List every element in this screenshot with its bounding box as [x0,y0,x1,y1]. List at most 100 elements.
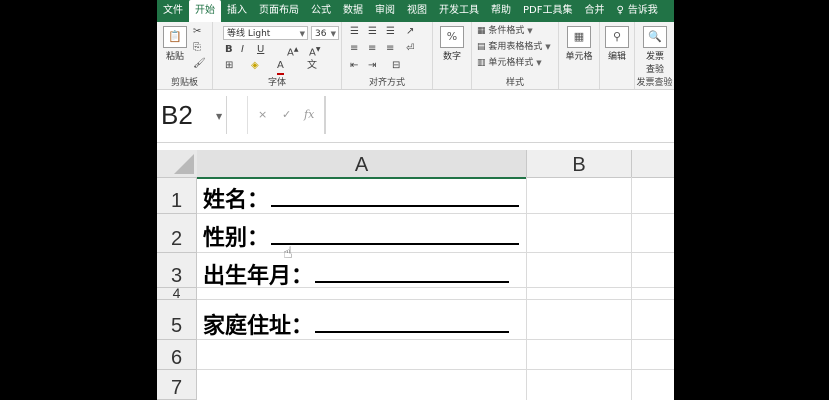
conditional-format-label: 条件格式 [488,26,525,36]
editing-button[interactable]: ⚲ 编辑 [604,26,630,62]
cut-icon[interactable]: ✂ [193,25,201,39]
row-header-5[interactable]: 5 [157,300,197,340]
tab-tell-me[interactable]: ♀ 告诉我 [610,0,663,22]
cell-a5[interactable]: 家庭住址： [203,308,510,340]
tab-developer[interactable]: 开发工具 [433,0,485,22]
format-as-table-button[interactable]: ▤ 套用表格格式 ▼ [477,40,551,54]
gridline [526,177,527,400]
ribbon: 📋 粘贴 ✂ ⎘ 🖌 剪贴板 等线 Light ▼ 36 ▼ B I U A▲ … [157,22,674,90]
underline-button[interactable]: U [257,43,264,57]
chevron-down-icon: ▼ [536,59,542,67]
cancel-icon[interactable]: × [258,108,267,121]
styles-group-label: 样式 [505,78,524,88]
alignment-group-label: 对齐方式 [368,78,405,88]
cells-button[interactable]: ▦ 单元格 [563,26,595,62]
chevron-down-icon: ▼ [299,30,305,38]
formula-buttons: × ✓ fx [247,96,325,134]
group-editing: ⚲ 编辑 [600,22,635,89]
tab-view[interactable]: 视图 [401,0,433,22]
align-top-icon[interactable]: ☰ [350,25,359,39]
increase-indent-icon[interactable]: ⇥ [368,59,376,73]
orientation-icon[interactable]: ↗ [406,25,414,39]
fill-color-icon[interactable]: ◈ [251,59,259,73]
conditional-format-button[interactable]: ▦ 条件格式 ▼ [477,24,533,38]
insert-function-icon[interactable]: fx [304,108,314,121]
italic-button[interactable]: I [241,43,244,57]
font-size-select[interactable]: 36 ▼ [311,26,339,40]
wrap-text-icon[interactable]: ⏎ [406,42,414,56]
formula-bar: B2 ▼ × ✓ fx [157,90,674,143]
group-invoice-check: 🔍 发票 查验 发票查验 [635,22,674,89]
cell-a2[interactable]: 性别： [203,220,520,252]
invoice-check-button[interactable]: 🔍 发票 查验 [639,26,671,75]
clipboard-group-label: 剪贴板 [170,78,198,88]
paste-label: 粘贴 [165,52,184,62]
underline-blank [271,187,520,207]
increase-font-icon[interactable]: A▲ [287,43,298,60]
editing-label: 编辑 [607,52,626,62]
row-header-3[interactable]: 3 [157,253,197,288]
cell-styles-button[interactable]: ▥ 单元格样式 ▼ [477,56,542,70]
tab-review[interactable]: 审阅 [369,0,401,22]
format-painter-icon[interactable]: 🖌 [193,57,206,71]
group-alignment: ☰ ☰ ☰ ↗ ≡ ≡ ≡ ⏎ ⇤ ⇥ ⊟ 对齐方式 [342,22,433,89]
row-header-1[interactable]: 1 [157,178,197,214]
cell-a1[interactable]: 姓名： [203,182,520,214]
bold-button[interactable]: B [225,43,233,57]
chevron-down-icon: ▼ [545,43,551,51]
select-all-button[interactable] [157,150,198,178]
formula-input[interactable] [325,96,674,134]
border-icon[interactable]: ⊞ [225,59,233,73]
tab-data[interactable]: 数据 [337,0,369,22]
column-header-b[interactable]: B [527,150,632,178]
invoice-label-line2: 查验 [645,65,664,75]
cell-a3-text: 出生年月： [203,264,314,289]
align-center-icon[interactable]: ≡ [368,42,376,56]
align-left-icon[interactable]: ≡ [350,42,358,56]
row-header-2[interactable]: 2 [157,214,197,253]
row-header-7[interactable]: 7 [157,370,197,400]
tab-formulas[interactable]: 公式 [305,0,337,22]
font-color-button[interactable]: A [277,59,284,75]
font-size-value: 36 [315,29,327,39]
align-right-icon[interactable]: ≡ [386,42,394,56]
decrease-font-icon[interactable]: A▼ [309,43,320,60]
invoice-search-icon: 🔍 [643,26,667,48]
row-header-4[interactable]: 4 [157,286,197,300]
tab-insert[interactable]: 插入 [221,0,253,22]
group-font: 等线 Light ▼ 36 ▼ B I U A▲ A▼ ⊞ ◈ A 文 字体 [213,22,342,89]
hand-cursor-icon: ☝ [283,243,293,262]
tab-help[interactable]: 帮助 [485,0,517,22]
number-format-button[interactable]: % 数字 [439,26,465,62]
tab-home[interactable]: 开始 [189,0,221,22]
phonetic-icon[interactable]: 文 [307,59,317,73]
tab-page-layout[interactable]: 页面布局 [253,0,305,22]
search-icon: ⚲ [605,26,629,48]
excel-window: 文件 开始 插入 页面布局 公式 数据 审阅 视图 开发工具 帮助 PDF工具集… [157,0,674,400]
chevron-down-icon: ▼ [330,30,336,38]
decrease-indent-icon[interactable]: ⇤ [350,59,358,73]
invoice-group-label: 发票查验 [636,78,673,88]
underline-blank [315,313,510,333]
copy-icon[interactable]: ⎘ [193,41,201,55]
column-header-a[interactable]: A [197,150,527,179]
align-middle-icon[interactable]: ☰ [368,25,377,39]
cell-a3[interactable]: 出生年月： [203,258,510,290]
column-header-c[interactable] [632,150,674,178]
font-name-select[interactable]: 等线 Light ▼ [223,26,308,40]
spreadsheet-grid: A B 1 2 3 4 5 6 7 姓名： 性别： 出生年月： 家庭住址： ☝ [157,150,674,400]
tab-merge[interactable]: 合并 [578,0,610,22]
chevron-down-icon[interactable]: ▼ [216,112,222,121]
enter-icon[interactable]: ✓ [282,108,291,121]
tab-pdf-tools[interactable]: PDF工具集 [517,0,578,22]
group-styles: ▦ 条件格式 ▼ ▤ 套用表格格式 ▼ ▥ 单元格样式 ▼ 样式 [472,22,559,89]
format-as-table-label: 套用表格格式 [488,42,543,52]
paste-button[interactable]: 📋 粘贴 [161,26,189,62]
ribbon-tab-bar: 文件 开始 插入 页面布局 公式 数据 审阅 视图 开发工具 帮助 PDF工具集… [157,0,674,22]
cell-a5-text: 家庭住址： [203,314,314,339]
align-bottom-icon[interactable]: ☰ [386,25,395,39]
tab-file[interactable]: 文件 [157,0,189,22]
row-header-6[interactable]: 6 [157,340,197,370]
tell-me-label: 告诉我 [627,5,658,16]
merge-center-icon[interactable]: ⊟ [392,59,400,73]
